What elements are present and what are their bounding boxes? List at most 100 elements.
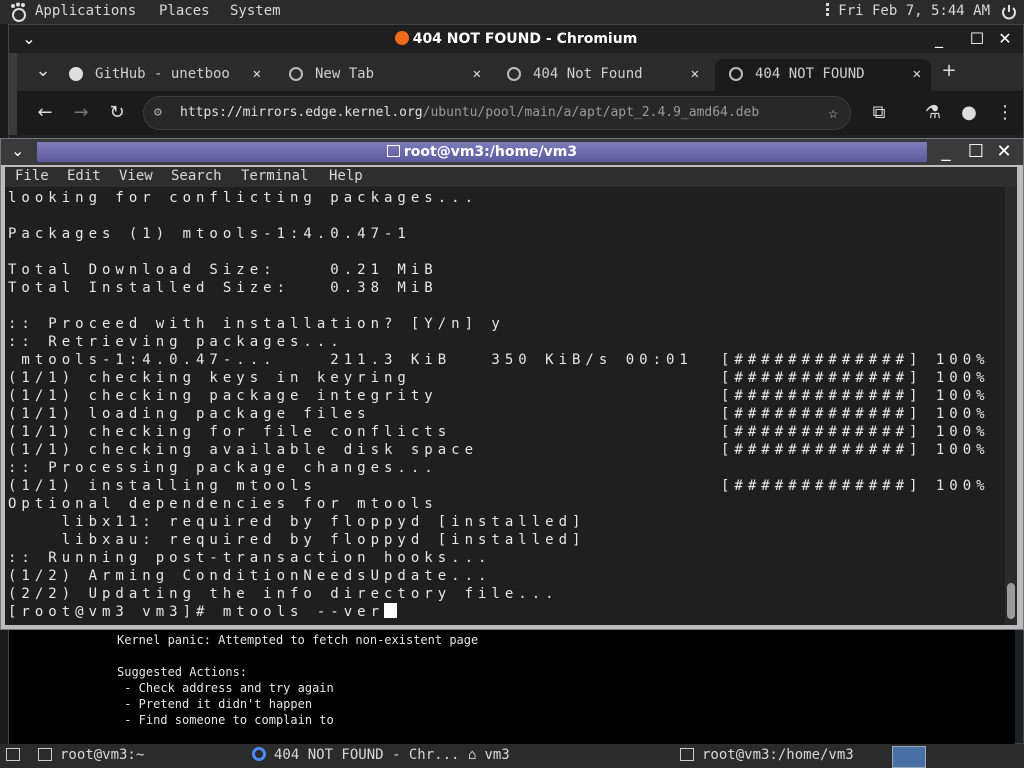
tab-github[interactable]: GitHub - unetboo ✕ (55, 59, 271, 91)
taskbar-label: root@vm3:~ (60, 747, 145, 763)
tab-label: New Tab (315, 66, 375, 82)
page-text-line: Kernel panic: Attempted to fetch non-exi… (117, 633, 479, 647)
bottom-taskbar: root@vm3:~ 404 NOT FOUND - Chr... ⌂ vm3 r… (0, 744, 1024, 768)
page-text-line: - Pretend it didn't happen (117, 697, 313, 711)
taskbar-item-files[interactable]: ⌂ vm3 (468, 747, 510, 763)
applications-menu[interactable]: Applications (35, 3, 136, 19)
url-path: /ubuntu/pool/main/a/apt/apt_2.4.9_amd64.… (422, 105, 760, 120)
clock[interactable]: Fri Feb 7, 5:44 AM (838, 3, 990, 19)
terminal-titlebar: ⌄ root@vm3:/home/vm3 _ ☐ ✕ (1, 139, 1023, 165)
tab-404-active[interactable]: 404 NOT FOUND ✕ (715, 59, 931, 91)
window-menu-chevron-icon[interactable]: ⌄ (11, 141, 24, 160)
taskbar-item-chromium[interactable]: 404 NOT FOUND - Chr... (252, 747, 459, 763)
text-cursor (384, 603, 398, 618)
globe-icon (289, 67, 303, 81)
progress-bar-text: [#############] 100% (721, 388, 990, 404)
maximize-icon[interactable]: ☐ (967, 29, 987, 49)
terminal-line: mtools-1:4.0.47-... 211.3 KiB 350 KiB/s … (8, 352, 693, 368)
taskbar-item-terminal-root[interactable]: root@vm3:~ (38, 747, 144, 763)
tab-label: 404 Not Found (533, 66, 643, 82)
page-content: Kernel panic: Attempted to fetch non-exi… (9, 621, 1015, 745)
chromium-favicon-icon (394, 31, 409, 45)
menu-terminal[interactable]: Terminal (241, 168, 308, 184)
terminal-line: looking for conflicting packages... (8, 190, 479, 206)
terminal-title-text: root@vm3:/home/vm3 (403, 144, 578, 160)
terminal-line: :: Retrieving packages... (8, 334, 344, 350)
places-menu[interactable]: Places (159, 3, 210, 19)
menu-help[interactable]: Help (329, 168, 363, 184)
tab-close-icon[interactable]: ✕ (253, 59, 261, 89)
terminal-title[interactable]: root@vm3:/home/vm3 (37, 142, 927, 162)
page-text-line: - Check address and try again (117, 681, 334, 695)
power-icon[interactable] (1000, 3, 1018, 21)
gnome-foot-icon[interactable] (8, 2, 30, 22)
tab-close-icon[interactable]: ✕ (473, 59, 481, 89)
minimize-icon[interactable]: _ (929, 29, 949, 49)
globe-icon (729, 67, 743, 81)
github-icon (69, 67, 83, 81)
menu-view[interactable]: View (119, 168, 153, 184)
progress-bar-text: [#############] 100% (721, 406, 990, 422)
site-info-icon[interactable]: ⚙ (154, 97, 162, 129)
menu-edit[interactable]: Edit (67, 168, 101, 184)
page-text-line: - Find someone to complain to (117, 713, 334, 727)
terminal-scrollbar[interactable] (1005, 187, 1017, 625)
tab-label: 404 NOT FOUND (755, 66, 865, 82)
terminal-line: Total Installed Size: 0.38 MiB (8, 280, 438, 296)
back-arrow-icon[interactable]: ← (33, 101, 57, 125)
globe-icon (507, 67, 521, 81)
panel-separator-icon (826, 3, 830, 18)
close-icon[interactable]: ✕ (995, 29, 1015, 49)
minimize-icon[interactable]: _ (935, 141, 957, 162)
bookmark-star-icon[interactable]: ☆ (828, 97, 838, 129)
terminal-output[interactable]: looking for conflicting packages... Pack… (5, 187, 1005, 625)
terminal-line: (1/1) installing mtools (8, 478, 317, 494)
terminal-icon (680, 748, 694, 761)
terminal-icon (386, 145, 400, 157)
terminal-menubar: File Edit View Search Terminal Help (5, 167, 1017, 187)
reload-icon[interactable]: ↻ (105, 101, 129, 125)
tab-new-tab[interactable]: New Tab ✕ (275, 59, 491, 91)
forward-arrow-icon[interactable]: → (69, 101, 93, 125)
progress-bar-text: [#############] 100% (721, 442, 990, 458)
taskbar-item-terminal-home[interactable]: root@vm3:/home/vm3 (680, 747, 854, 763)
tab-close-icon[interactable]: ✕ (691, 59, 699, 89)
tab-close-icon[interactable]: ✕ (913, 59, 921, 89)
show-desktop-icon[interactable] (6, 747, 20, 763)
profile-avatar-icon[interactable]: ● (957, 101, 981, 125)
terminal-line: (1/2) Arming ConditionNeedsUpdate... (8, 568, 492, 584)
progress-bar-text: [#############] 100% (721, 352, 990, 368)
terminal-line: (1/1) loading package files (8, 406, 371, 422)
terminal-line: :: Proceed with installation? [Y/n] y (8, 316, 505, 332)
terminal-line: (1/1) checking package integrity (8, 388, 438, 404)
progress-bar-text: [#############] 100% (721, 424, 990, 440)
terminal-line: (1/1) checking keys in keyring (8, 370, 411, 386)
menu-search[interactable]: Search (171, 168, 222, 184)
menu-file[interactable]: File (15, 168, 49, 184)
new-tab-button[interactable]: + (937, 59, 961, 83)
tab-404-not-found[interactable]: 404 Not Found ✕ (493, 59, 709, 91)
close-icon[interactable]: ✕ (993, 141, 1015, 162)
browser-toolbar: ← → ↻ ⚙ https://mirrors.edge.kernel.org/… (9, 91, 1023, 135)
terminal-line: (1/1) checking for file conflicts (8, 424, 452, 440)
address-bar[interactable]: ⚙ https://mirrors.edge.kernel.org/ubuntu… (143, 96, 851, 130)
labs-flask-icon[interactable]: ⚗ (921, 101, 945, 125)
scrollbar-thumb[interactable] (1007, 583, 1015, 619)
more-menu-icon[interactable]: ⋮ (993, 101, 1017, 125)
url-domain: https://mirrors.edge.kernel.org (180, 105, 423, 120)
maximize-icon[interactable]: ☐ (965, 141, 987, 162)
extensions-icon[interactable]: ⧉ (867, 101, 891, 125)
tab-search-chevron-icon[interactable]: ⌄ (31, 59, 55, 83)
window-title-text: 404 NOT FOUND - Chromium (412, 31, 638, 47)
terminal-line: libxau: required by floppyd [installed] (8, 532, 586, 548)
terminal-line: Optional dependencies for mtools (8, 496, 438, 512)
workspace-switcher[interactable] (892, 746, 926, 768)
progress-bar-text: [#############] 100% (721, 478, 990, 494)
system-menu[interactable]: System (230, 3, 281, 19)
progress-bar-text: [#############] 100% (721, 370, 990, 386)
tab-strip: ⌄ GitHub - unetboo ✕ New Tab ✕ 404 Not F… (9, 53, 1023, 91)
terminal-icon (38, 748, 52, 761)
taskbar-label: vm3 (484, 747, 510, 763)
terminal-line: (1/1) checking available disk space (8, 442, 479, 458)
chromium-icon (252, 747, 266, 761)
